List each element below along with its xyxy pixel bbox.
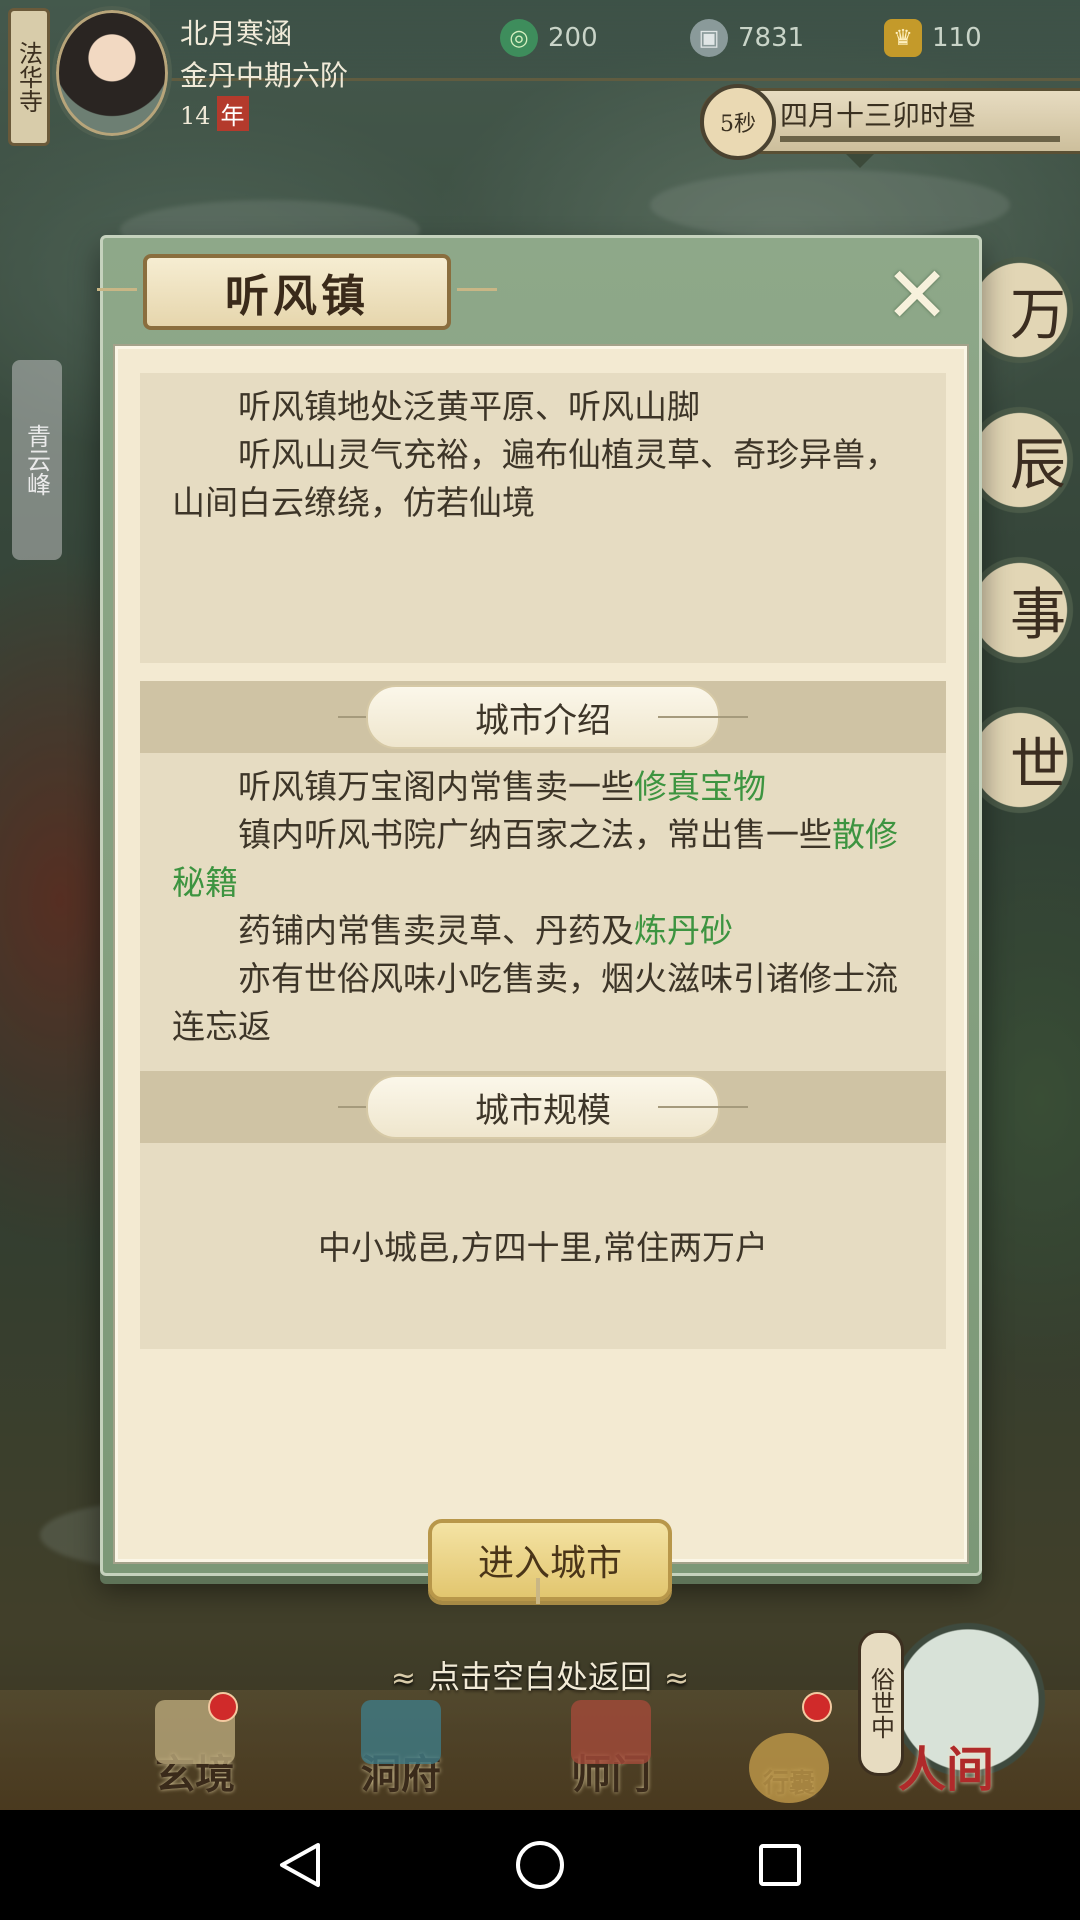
player-avatar[interactable] (52, 6, 172, 140)
highlight-keyword: 炼丹砂 (634, 911, 733, 950)
resource-coin[interactable]: ▣ 7831 (690, 18, 804, 58)
city-info-dialog: 听风镇 ✕ 听风镇地处泛黄平原、听风山脚 听风山灵气充裕，遍布仙植灵草、奇珍异兽… (97, 235, 982, 1601)
intro-line: 药铺内常售卖灵草、丹药及炼丹砂 (172, 907, 914, 955)
map-location-label[interactable]: 青云峰 (12, 360, 62, 560)
world-label: 人间 (898, 1742, 995, 1798)
enter-city-button[interactable]: 进入城市 (428, 1519, 672, 1601)
intro-text: 亦有世俗风味小吃售卖，烟火滋味引诸修士流连忘返 (172, 959, 898, 1046)
intro-line: 镇内听风书院广纳百家之法，常出售一些散修秘籍 (172, 811, 914, 907)
recents-icon[interactable] (750, 1835, 810, 1895)
jade-swirl-icon: ◎ (500, 19, 538, 57)
description-line: 听风山灵气充裕，遍布仙植灵草、奇珍异兽，山间白云缭绕，仿若仙境 (172, 435, 898, 522)
description-line: 听风镇地处泛黄平原、听风山脚 (238, 387, 700, 426)
nav-item-xingnang[interactable]: 行囊 (724, 1692, 854, 1803)
city-scale-text: 中小城邑,方四十里,常住两万户 (318, 1228, 768, 1267)
section-header: 城市介绍 (140, 681, 946, 753)
intro-text: 听风镇万宝阁内常售卖一些 (238, 767, 634, 806)
world-switch-button[interactable]: 俗世中 人间 (858, 1600, 1068, 1800)
gold-ingot-icon: ♛ (884, 19, 922, 57)
city-description: 听风镇地处泛黄平原、听风山脚 听风山灵气充裕，遍布仙植灵草、奇珍异兽，山间白云缭… (140, 373, 946, 527)
player-name: 北月寒涵 (180, 17, 293, 50)
intro-line: 听风镇万宝阁内常售卖一些修真宝物 (172, 763, 914, 811)
nav-item-dongfu[interactable]: 洞府 (336, 1700, 466, 1800)
city-intro-text: 听风镇万宝阁内常售卖一些修真宝物 镇内听风书院广纳百家之法，常出售一些散修秘籍 … (140, 753, 946, 1051)
city-description-panel: 听风镇地处泛黄平原、听风山脚 听风山灵气充裕，遍布仙植灵草、奇珍异兽，山间白云缭… (140, 373, 946, 663)
age-unit-badge: 年 (216, 96, 249, 131)
divider (658, 1106, 748, 1108)
back-icon[interactable] (270, 1835, 330, 1895)
resource-value: 200 (548, 23, 598, 53)
close-icon[interactable]: ✕ (879, 257, 955, 335)
divider (658, 716, 748, 718)
dialog-title: 听风镇 (97, 254, 497, 330)
city-scale-panel: 城市规模 中小城邑,方四十里,常住两万户 (140, 1071, 946, 1349)
resource-jade[interactable]: ◎ 200 (500, 18, 598, 58)
date-text: 四月十三卯时昼 (780, 99, 977, 132)
resource-gold[interactable]: ♛ 110 (884, 18, 982, 58)
section-header: 城市规模 (140, 1071, 946, 1143)
highlight-keyword: 修真宝物 (634, 767, 766, 806)
timer-countdown: 5秒 (700, 84, 776, 160)
nav-item-xuanjing[interactable]: 玄境 (130, 1692, 260, 1800)
intro-text: 药铺内常售卖灵草、丹药及 (238, 911, 634, 950)
dialog-content: 听风镇地处泛黄平原、听风山脚 听风山灵气充裕，遍布仙植灵草、奇珍异兽，山间白云缭… (115, 346, 967, 1601)
city-intro-panel: 城市介绍 听风镇万宝阁内常售卖一些修真宝物 镇内听风书院广纳百家之法，常出售一些… (140, 681, 946, 1071)
system-nav-bar (0, 1810, 1080, 1920)
time-progress-bar (780, 136, 1060, 142)
player-age: 14 年 (180, 96, 249, 131)
intro-text: 镇内听风书院广纳百家之法，常出售一些 (238, 815, 832, 854)
age-value: 14 (180, 102, 211, 130)
coin-icon: ▣ (690, 19, 728, 57)
nav-item-shimen[interactable]: 师门 (546, 1700, 676, 1800)
notification-dot (208, 1692, 238, 1722)
sect-tag[interactable]: 法华寺 (8, 8, 50, 146)
tassel-decoration (536, 1578, 540, 1604)
gate-icon (571, 1700, 651, 1764)
resource-value: 110 (932, 23, 982, 53)
intro-line: 亦有世俗风味小吃售卖，烟火滋味引诸修士流连忘返 (172, 955, 914, 1051)
notification-dot (802, 1692, 832, 1722)
home-icon[interactable] (510, 1835, 570, 1895)
chevron-down-icon[interactable] (846, 154, 874, 168)
bag-icon (749, 1733, 829, 1803)
resource-value: 7831 (738, 23, 805, 53)
player-realm: 金丹中期六阶 (180, 59, 349, 92)
pavilion-icon (361, 1700, 441, 1764)
